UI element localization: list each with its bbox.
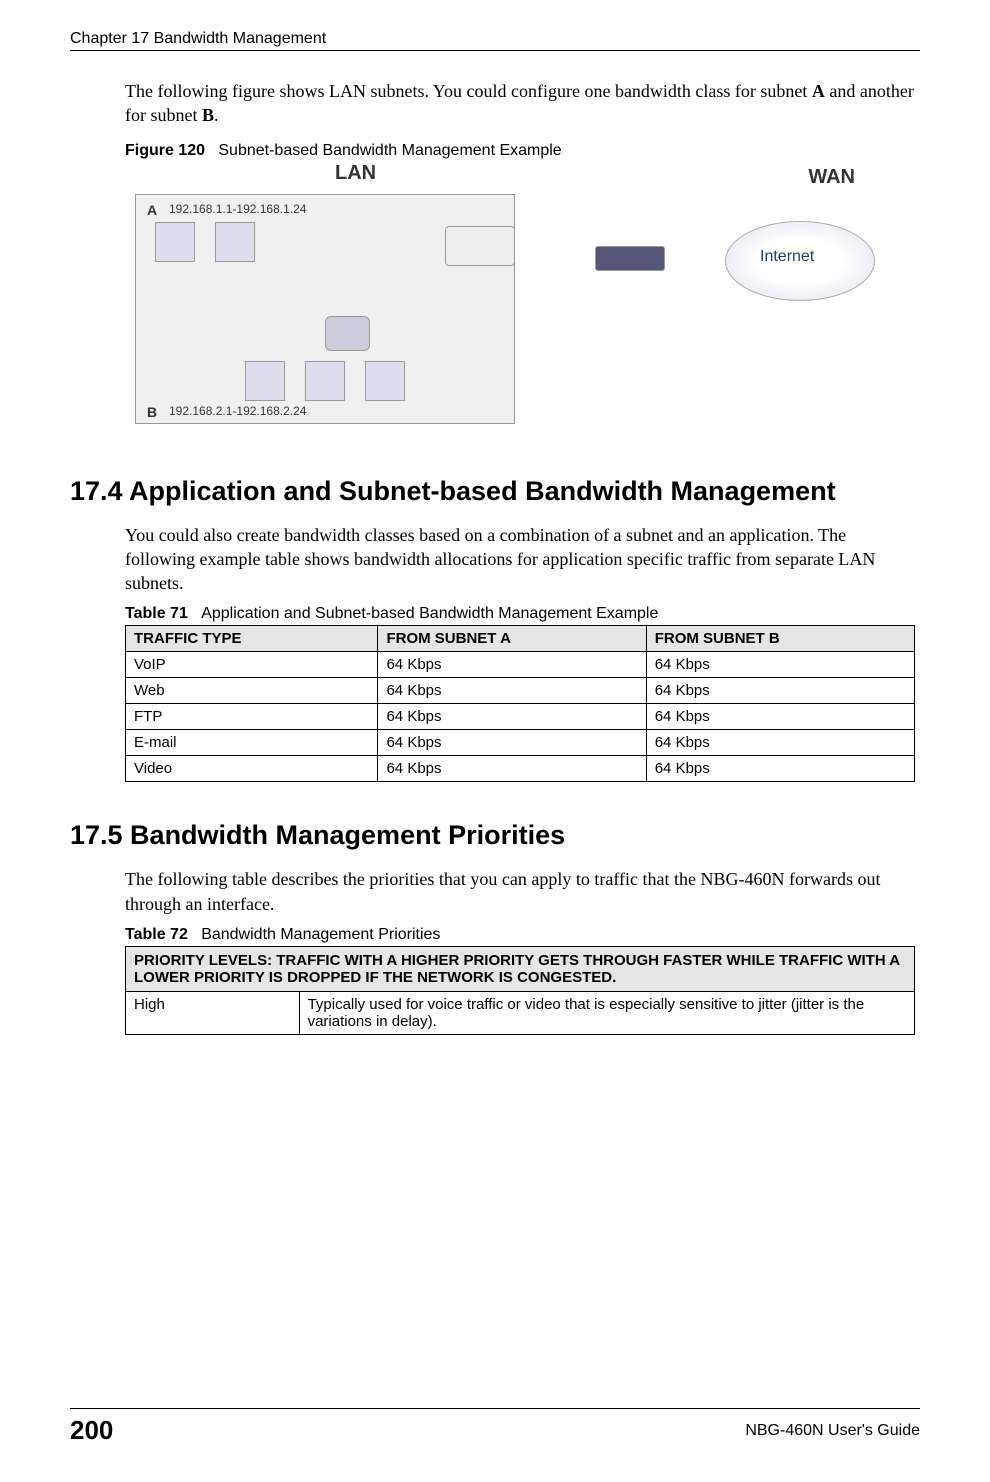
table-71-caption-text: Application and Subnet-based Bandwidth M… [201,605,658,622]
pc-icon [365,361,405,401]
table-row: E-mail 64 Kbps 64 Kbps [126,730,915,756]
table-72-caption-text: Bandwidth Management Priorities [201,926,440,943]
internet-label: Internet [760,248,814,266]
intro-text-suffix: . [214,105,219,125]
figure-120-label: Figure 120 [125,142,205,159]
lan-label: LAN [335,162,376,185]
subnet-a-bold: A [812,81,825,101]
table-cell: Web [126,678,378,704]
table-cell: 64 Kbps [378,652,646,678]
wireless-router-icon [445,226,515,266]
table-72-caption: Table 72 Bandwidth Management Priorities [125,926,920,944]
pc-icon [155,222,195,262]
table-72: PRIORITY LEVELS: TRAFFIC WITH A HIGHER P… [125,946,915,1035]
figure-120: LAN WAN A 192.168.1.1-192.168.1.24 B 192… [125,166,920,446]
intro-paragraph: The following figure shows LAN subnets. … [125,79,920,128]
table-72-label: Table 72 [125,926,188,943]
modem-icon [595,246,665,271]
page-footer: 200 NBG-460N User's Guide [70,1408,920,1446]
network-diagram: LAN WAN A 192.168.1.1-192.168.1.24 B 192… [125,166,895,446]
table-cell: 64 Kbps [646,652,914,678]
table-header-cell: FROM SUBNET B [646,626,914,652]
subnet-a-label: A [147,202,157,218]
page-header: Chapter 17 Bandwidth Management [70,30,920,51]
guide-name: NBG-460N User's Guide [745,1422,920,1440]
intro-text-prefix: The following figure shows LAN subnets. … [125,81,812,101]
table-cell: E-mail [126,730,378,756]
pc-icon [245,361,285,401]
table-cell: FTP [126,704,378,730]
table-cell: 64 Kbps [378,730,646,756]
table-cell: 64 Kbps [646,704,914,730]
pc-icon [305,361,345,401]
table-header-cell: TRAFFIC TYPE [126,626,378,652]
subnet-b-label: B [147,404,157,420]
section-17-5-heading: 17.5 Bandwidth Management Priorities [70,820,920,851]
table-cell: 64 Kbps [378,678,646,704]
table-cell: 64 Kbps [378,756,646,782]
pc-icon [215,222,255,262]
table-cell: 64 Kbps [646,678,914,704]
table-row: TRAFFIC TYPE FROM SUBNET A FROM SUBNET B [126,626,915,652]
table-cell: Video [126,756,378,782]
table-71-label: Table 71 [125,605,188,622]
table-row: FTP 64 Kbps 64 Kbps [126,704,915,730]
table-row: Web 64 Kbps 64 Kbps [126,678,915,704]
wan-label: WAN [808,166,855,189]
figure-120-caption: Figure 120 Subnet-based Bandwidth Manage… [125,142,920,160]
chapter-title: Chapter 17 Bandwidth Management [70,30,326,47]
table-cell: Typically used for voice traffic or vide… [299,992,914,1035]
subnet-b-bold: B [202,105,214,125]
table-row: VoIP 64 Kbps 64 Kbps [126,652,915,678]
table-cell: VoIP [126,652,378,678]
section-17-5-para: The following table describes the priori… [125,867,920,916]
table-cell: 64 Kbps [646,730,914,756]
table-row: PRIORITY LEVELS: TRAFFIC WITH A HIGHER P… [126,947,915,992]
table-row: Video 64 Kbps 64 Kbps [126,756,915,782]
table-cell: 64 Kbps [378,704,646,730]
subnet-b-range: 192.168.2.1-192.168.2.24 [169,404,306,418]
table-row: High Typically used for voice traffic or… [126,992,915,1035]
table-71: TRAFFIC TYPE FROM SUBNET A FROM SUBNET B… [125,625,915,782]
table-header-cell: PRIORITY LEVELS: TRAFFIC WITH A HIGHER P… [126,947,915,992]
section-17-4-heading: 17.4 Application and Subnet-based Bandwi… [70,476,920,507]
table-71-caption: Table 71 Application and Subnet-based Ba… [125,605,920,623]
figure-120-caption-text: Subnet-based Bandwidth Management Exampl… [218,142,561,159]
table-header-cell: FROM SUBNET A [378,626,646,652]
router-icon [325,316,370,351]
table-cell: High [126,992,300,1035]
table-cell: 64 Kbps [646,756,914,782]
subnet-a-range: 192.168.1.1-192.168.1.24 [169,202,306,216]
section-17-4-para: You could also create bandwidth classes … [125,523,920,596]
page-number: 200 [70,1415,113,1446]
